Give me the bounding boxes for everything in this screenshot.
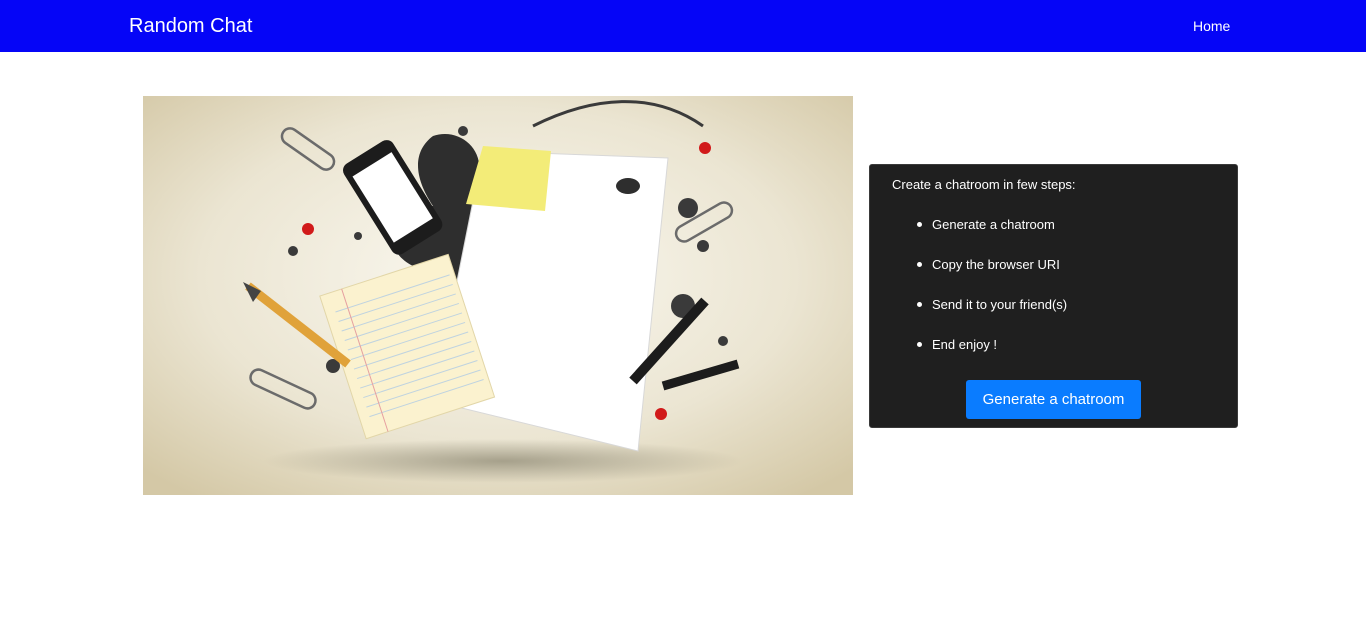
hero-image	[143, 96, 853, 495]
bullet-icon	[917, 342, 922, 347]
step-label: End enjoy !	[932, 337, 998, 352]
steps-list: Generate a chatroom Copy the browser URI…	[892, 217, 1067, 377]
step-label: Copy the browser URI	[932, 257, 1060, 272]
card-title: Create a chatroom in few steps:	[892, 177, 1076, 192]
bullet-icon	[917, 262, 922, 267]
nav-home-link[interactable]: Home	[1193, 17, 1230, 35]
chatroom-steps-card: Create a chatroom in few steps: Generate…	[869, 164, 1238, 428]
list-item: End enjoy !	[892, 337, 1067, 377]
stationery-illustration-icon	[143, 96, 853, 495]
bullet-icon	[917, 302, 922, 307]
step-label: Generate a chatroom	[932, 217, 1055, 232]
top-navbar: Random Chat Home	[0, 0, 1366, 52]
brand-link[interactable]: Random Chat	[129, 14, 252, 38]
list-item: Send it to your friend(s)	[892, 297, 1067, 337]
bullet-icon	[917, 222, 922, 227]
generate-chatroom-button[interactable]: Generate a chatroom	[966, 380, 1141, 419]
list-item: Generate a chatroom	[892, 217, 1067, 257]
step-label: Send it to your friend(s)	[932, 297, 1068, 312]
list-item: Copy the browser URI	[892, 257, 1067, 297]
